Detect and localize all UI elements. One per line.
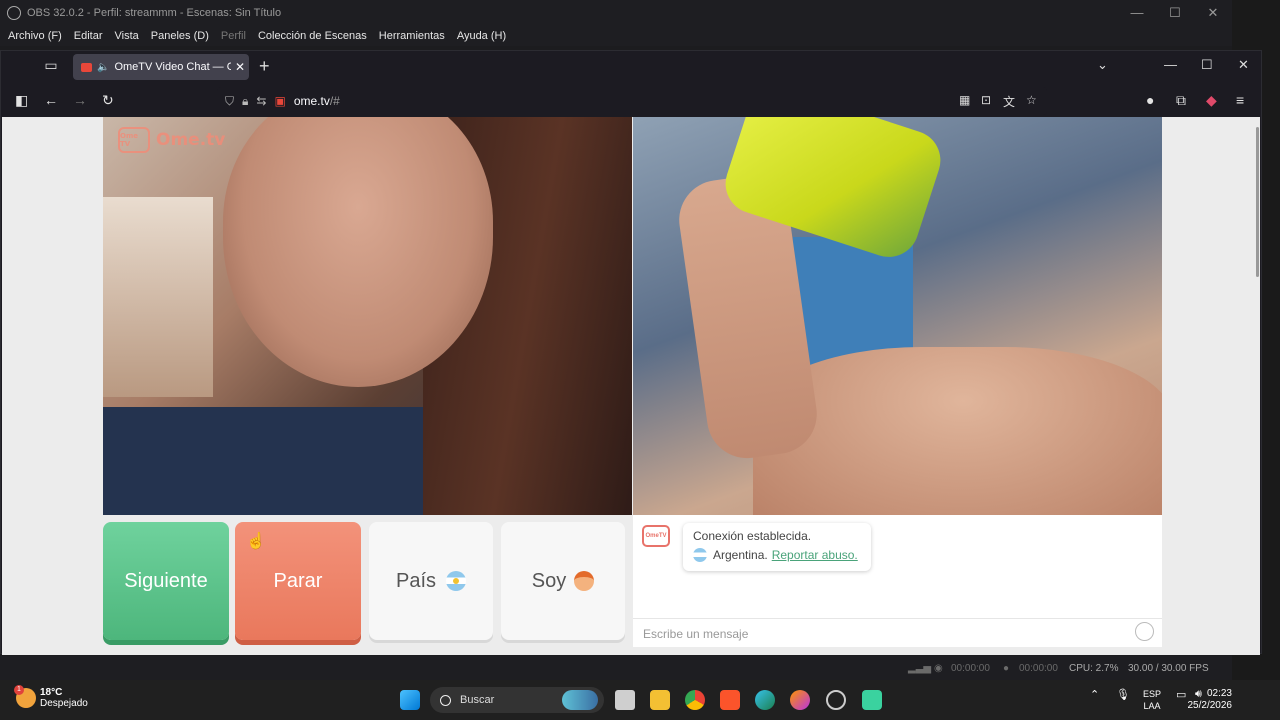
menu-paneles[interactable]: Paneles (D) <box>151 30 209 42</box>
obs-taskbar-icon[interactable] <box>826 690 846 710</box>
speaker-icon[interactable]: 🔈 <box>97 62 109 73</box>
system-clock[interactable]: 02:23 25/2/2026 <box>1188 688 1233 712</box>
remote-video <box>633 117 1162 515</box>
menu-archivo[interactable]: Archivo (F) <box>8 30 62 42</box>
weather-icon: 1 <box>14 685 36 708</box>
url-bar[interactable]: ⛉ 🔒︎ ⇆ ▣ ome.tv/# ▦ ⊡ 文 ☆ <box>217 87 1047 115</box>
app-icon[interactable] <box>862 690 882 710</box>
browser-minimize-icon[interactable]: — <box>1164 57 1177 72</box>
weather-condition: Despejado <box>40 698 88 709</box>
weather-widget[interactable]: 1 18°C Despejado <box>14 685 88 709</box>
temperature: 18°C <box>40 687 63 698</box>
stream-icon: ◉ <box>934 663 943 674</box>
file-explorer-icon[interactable] <box>650 690 670 710</box>
cpu-usage: CPU: 2.7% <box>1069 663 1119 674</box>
mouse-cursor-icon: ☝ <box>246 533 266 550</box>
tab-overview-icon[interactable]: ▭ <box>39 57 63 77</box>
local-video <box>103 117 632 515</box>
country-button[interactable]: País <box>369 522 493 640</box>
tab-ometv[interactable]: 🔈 OmeTV Video Chat — Ome ✕ <box>73 54 249 80</box>
shield-icon[interactable]: ⛉ <box>225 94 234 109</box>
stream-time: 00:00:00 <box>951 663 990 674</box>
ometv-page: Ome TV Ome.tv Siguiente Parar País Soy ☝… <box>2 117 1260 655</box>
ometv-logo: Ome TV Ome.tv <box>118 127 225 153</box>
app-menu-icon[interactable]: ≡ <box>1236 92 1244 108</box>
connection-status: Conexión establecida. <box>693 529 812 543</box>
system-message: Conexión establecida. Argentina. Reporta… <box>683 523 871 571</box>
ometv-chat-logo-icon: OmeTV <box>642 525 670 547</box>
reader-view-icon[interactable]: ▦ <box>959 93 970 107</box>
tray-overflow-icon[interactable]: ⌃ <box>1090 688 1099 701</box>
network-bars-icon: ▂▃▅ <box>908 663 932 674</box>
forward-icon[interactable]: → <box>73 92 87 108</box>
new-tab-icon[interactable]: + <box>259 56 270 77</box>
menu-vista[interactable]: Vista <box>115 30 139 42</box>
fps-readout: 30.00 / 30.00 FPS <box>1128 663 1209 674</box>
camera-icon[interactable]: ▣ <box>274 94 285 108</box>
maximize-icon[interactable]: ☐ <box>1156 5 1194 21</box>
search-highlight-icon <box>562 690 598 710</box>
chat-panel: OmeTV Conexión establecida. Argentina. R… <box>633 515 1162 647</box>
search-label: Buscar <box>460 694 495 706</box>
screenshot-icon[interactable]: ⊡ <box>981 93 991 107</box>
obs-menu-bar: Archivo (F) Editar Vista Paneles (D) Per… <box>0 26 1232 46</box>
menu-herramientas[interactable]: Herramientas <box>379 30 445 42</box>
report-abuse-link[interactable]: Reportar abuso. <box>772 548 858 562</box>
partner-country: Argentina. <box>713 548 768 562</box>
url-text[interactable]: ome.tv/# <box>294 94 340 108</box>
taskbar-search[interactable]: Buscar <box>430 687 604 713</box>
account-icon[interactable]: ● <box>1146 92 1154 108</box>
firefox-icon[interactable] <box>790 690 810 710</box>
chrome-icon[interactable] <box>685 690 705 710</box>
argentina-flag-icon <box>693 548 707 562</box>
translate-icon[interactable]: 文 <box>1003 93 1015 110</box>
brave-icon[interactable] <box>720 690 740 710</box>
emoji-icon[interactable] <box>1135 622 1154 641</box>
bookmark-star-icon[interactable]: ☆ <box>1026 93 1037 107</box>
next-button[interactable]: Siguiente <box>103 522 229 640</box>
tab-title: OmeTV Video Chat — Ome <box>114 61 231 73</box>
record-time: 00:00:00 <box>1019 663 1058 674</box>
microphone-icon[interactable]: 🎙︎ <box>1116 688 1130 701</box>
close-icon[interactable]: ✕ <box>1194 5 1232 21</box>
obs-logo-icon <box>7 6 21 20</box>
tab-close-icon[interactable]: ✕ <box>231 60 249 74</box>
navigation-bar: ◧ ← → ↻ ⛉ 🔒︎ ⇆ ▣ ome.tv/# ▦ ⊡ 文 ☆ ● ⧉ ◆ … <box>1 83 1261 117</box>
search-icon <box>440 694 451 706</box>
firefox-window: ▭ 🔈 OmeTV Video Chat — Ome ✕ + ⌄ — ☐ ✕ ◧… <box>0 50 1262 655</box>
obs-window-title: OBS 32.0.2 - Perfil: streammm - Escenas:… <box>27 7 282 19</box>
gender-button[interactable]: Soy <box>501 522 625 640</box>
menu-editar[interactable]: Editar <box>74 30 103 42</box>
menu-perfil[interactable]: Perfil <box>221 30 246 42</box>
ometv-favicon-icon <box>81 62 92 72</box>
obs-status-bar: ▂▃▅ ◉ 00:00:00 ● 00:00:00 CPU: 2.7% 30.0… <box>0 656 1232 680</box>
tab-bar: ▭ 🔈 OmeTV Video Chat — Ome ✕ + ⌄ — ☐ ✕ <box>1 51 1261 83</box>
obs-title-bar: OBS 32.0.2 - Perfil: streammm - Escenas:… <box>0 0 1232 26</box>
page-scrollbar[interactable] <box>1256 127 1259 277</box>
reload-icon[interactable]: ↻ <box>102 92 114 109</box>
extensions-icon[interactable]: ⧉ <box>1176 92 1186 109</box>
network-icon[interactable]: ▭ <box>1176 688 1186 701</box>
sidebar-toggle-icon[interactable]: ◧ <box>15 92 28 109</box>
argentina-flag-icon <box>446 571 467 591</box>
browser-maximize-icon[interactable]: ☐ <box>1201 57 1213 73</box>
task-view-icon[interactable] <box>615 690 635 710</box>
browser-close-icon[interactable]: ✕ <box>1238 57 1249 73</box>
windows-taskbar: 1 18°C Despejado Buscar ⌃ 🎙︎ ESP LAA ▭ 🔊︎… <box>0 680 1280 720</box>
edge-icon[interactable] <box>755 690 775 710</box>
menu-coleccion[interactable]: Colección de Escenas <box>258 30 367 42</box>
back-icon[interactable]: ← <box>44 92 58 108</box>
menu-ayuda[interactable]: Ayuda (H) <box>457 30 506 42</box>
message-input[interactable]: Escribe un mensaje <box>633 618 1162 647</box>
lock-icon[interactable]: 🔒︎ <box>242 94 248 109</box>
language-indicator[interactable]: ESP LAA <box>1143 688 1161 712</box>
tab-list-chevron-icon[interactable]: ⌄ <box>1097 57 1108 73</box>
start-windows-icon[interactable] <box>400 690 420 710</box>
minimize-icon[interactable]: — <box>1118 5 1156 21</box>
boy-emoji-icon <box>574 571 595 591</box>
record-icon: ● <box>1003 663 1010 674</box>
permissions-icon[interactable]: ⇆ <box>256 94 266 108</box>
addon-icon[interactable]: ◆ <box>1206 92 1217 109</box>
